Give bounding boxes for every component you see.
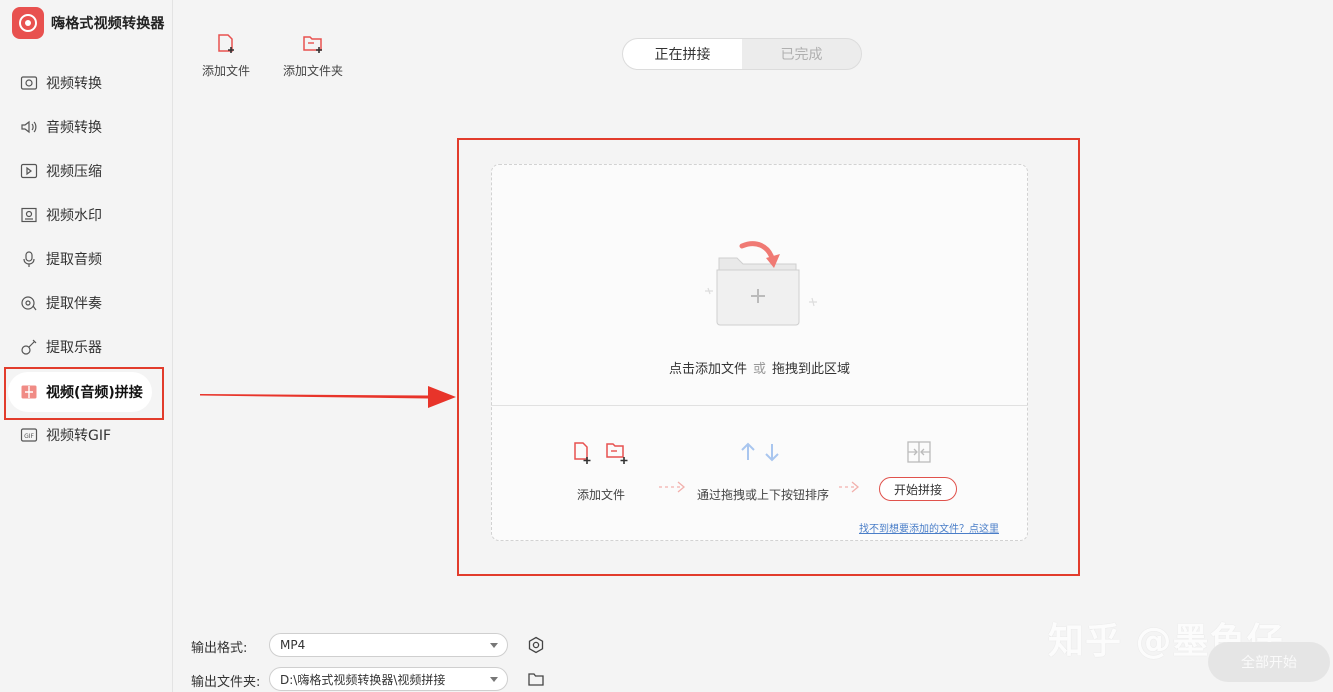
folder-open-icon[interactable] [527, 670, 545, 688]
extract-accompaniment-icon [20, 294, 38, 312]
sidebar-item-merge[interactable]: 视频(音频)拼接 [20, 377, 143, 407]
sidebar-item-label: 视频转换 [46, 76, 102, 92]
sidebar-item-video-watermark[interactable]: 视频水印 [20, 200, 102, 230]
help-link[interactable]: 找不到想要添加的文件？点这里 [859, 520, 999, 535]
dropzone-divider [491, 405, 1028, 406]
chevron-down-icon [490, 677, 498, 682]
video-convert-icon [20, 74, 38, 92]
start-all-button[interactable]: 全部开始 [1208, 642, 1330, 682]
output-format-label: 输出格式: [191, 641, 248, 656]
sidebar-item-label: 音频转换 [46, 120, 102, 136]
output-folder-value: D:\嗨格式视频转换器\视频拼接 [280, 672, 446, 687]
app-logo-icon [12, 7, 44, 39]
add-file-label: 添加文件 [202, 64, 251, 78]
sidebar-item-label: 视频转GIF [46, 428, 112, 444]
step-arrow-icon [659, 481, 686, 493]
sidebar-item-extract-instrument[interactable]: 提取乐器 [20, 332, 102, 362]
sidebar-item-audio-convert[interactable]: 音频转换 [20, 112, 102, 142]
step-add-file-icon [574, 442, 628, 464]
merge-step-icon [907, 441, 931, 463]
merge-icon [20, 383, 38, 401]
output-format-select[interactable]: MP4 [269, 633, 508, 657]
folder-add-illustration-icon [705, 241, 817, 326]
status-tabs: 正在拼接 已完成 [622, 38, 862, 70]
gif-icon: GIF [20, 426, 38, 444]
sidebar: 嗨格式视频转换器 视频转换 音频转换 视频压缩 视频水印 提取音频 提取伴奏 提… [0, 0, 173, 692]
app-title: 嗨格式视频转换器 [51, 16, 165, 32]
tab-done[interactable]: 已完成 [742, 39, 861, 69]
prompt-or: 或 [752, 362, 766, 377]
output-folder-label: 输出文件夹: [191, 675, 261, 690]
step-sort-label: 通过拖拽或上下按钮排序 [697, 488, 830, 502]
sidebar-item-extract-audio[interactable]: 提取音频 [20, 244, 102, 274]
add-folder-icon [303, 36, 322, 53]
sidebar-item-video-compress[interactable]: 视频压缩 [20, 156, 102, 186]
step-arrow-icon-2 [839, 481, 860, 493]
step-add-file-label: 添加文件 [577, 488, 626, 502]
chevron-down-icon [490, 643, 498, 648]
audio-convert-icon [20, 118, 38, 136]
annotation-arrow [200, 386, 456, 408]
sidebar-item-video-convert[interactable]: 视频转换 [20, 68, 102, 98]
settings-gear-icon[interactable] [527, 636, 545, 654]
sidebar-item-video-to-gif[interactable]: GIF 视频转GIF [20, 420, 111, 450]
add-folder-button[interactable]: 添加文件夹 [283, 32, 343, 79]
sidebar-item-label: 视频(音频)拼接 [46, 385, 143, 401]
sidebar-item-label: 提取伴奏 [46, 296, 102, 312]
prompt-click-add[interactable]: 点击添加文件 [669, 362, 747, 377]
add-file-icon [218, 34, 234, 53]
start-merge-button[interactable]: 开始拼接 [879, 477, 957, 501]
sidebar-item-label: 提取音频 [46, 252, 102, 268]
svg-text:GIF: GIF [24, 433, 34, 440]
tab-in-progress[interactable]: 正在拼接 [623, 39, 742, 69]
sidebar-item-extract-accompaniment[interactable]: 提取伴奏 [20, 288, 102, 318]
add-folder-label: 添加文件夹 [283, 64, 344, 78]
app-brand: 嗨格式视频转换器 [12, 7, 165, 39]
prompt-drag: 拖拽到此区域 [772, 362, 851, 377]
video-compress-icon [20, 162, 38, 180]
output-format-value: MP4 [280, 638, 306, 652]
dropzone-prompt: 点击添加文件或拖拽到此区域 [491, 358, 1028, 377]
output-folder-select[interactable]: D:\嗨格式视频转换器\视频拼接 [269, 667, 508, 691]
extract-audio-icon [20, 250, 38, 268]
video-watermark-icon [20, 206, 38, 224]
guitar-icon [20, 338, 38, 356]
sidebar-item-label: 视频压缩 [46, 164, 102, 180]
sidebar-item-label: 视频水印 [46, 208, 102, 224]
sidebar-item-label: 提取乐器 [46, 340, 102, 356]
sort-up-down-icon [741, 442, 779, 462]
add-file-button[interactable]: 添加文件 [202, 32, 250, 79]
